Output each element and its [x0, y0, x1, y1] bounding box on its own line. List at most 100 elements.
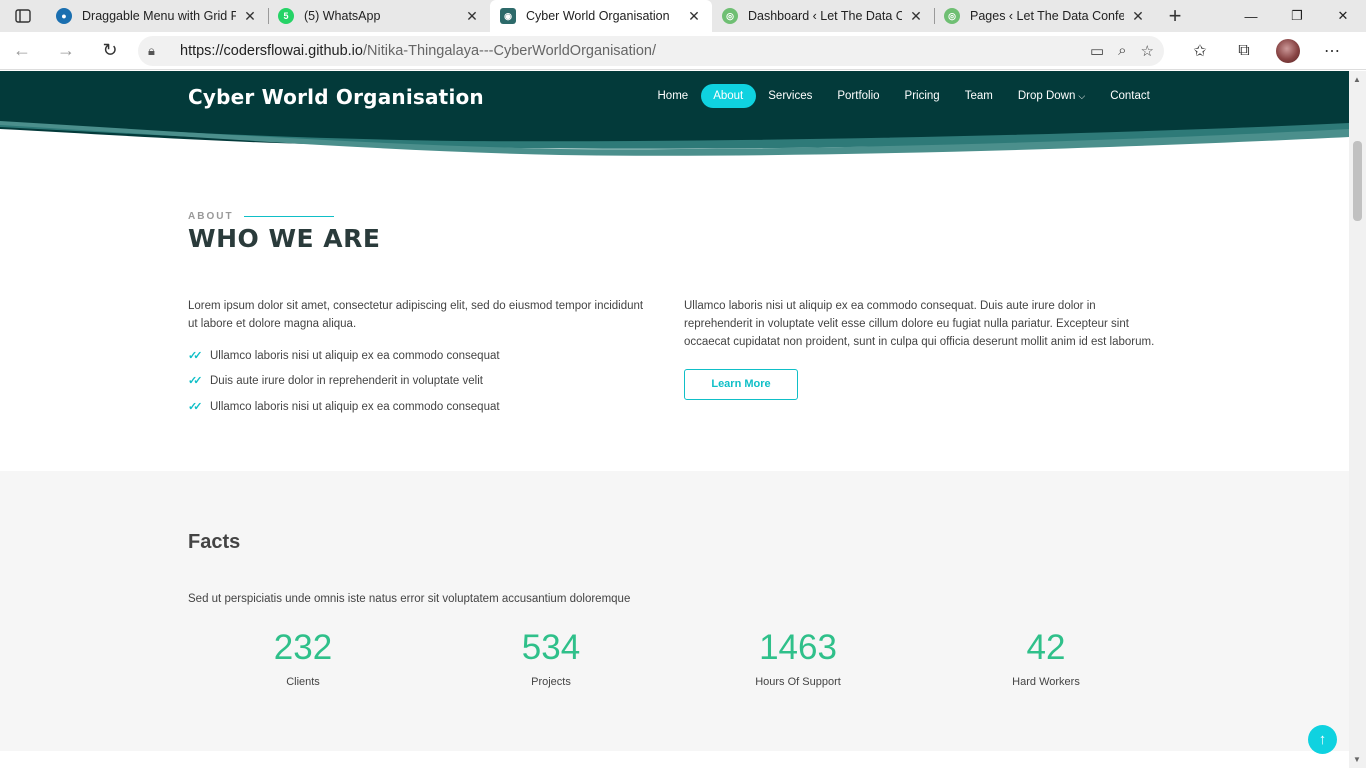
url-field[interactable]: 🔒︎ https://codersflowai.github.io/Nitika…: [138, 35, 1164, 66]
add-favorite-icon[interactable]: ☆: [1141, 42, 1154, 60]
tab-close-icon[interactable]: ✕: [686, 8, 702, 25]
favorites-icon: ✩: [1193, 42, 1207, 60]
tab-close-icon[interactable]: ✕: [242, 8, 258, 25]
close-window-button[interactable]: ✕: [1320, 0, 1366, 32]
collections-icon: ⧉: [1238, 41, 1250, 59]
zoom-icon[interactable]: ⌕: [1118, 42, 1126, 60]
facts-heading: Facts: [188, 531, 241, 553]
browser-tab-bar: ● Draggable Menu with Grid Pr ✕ 5 (5) Wh…: [0, 0, 1366, 32]
avatar: [1276, 38, 1300, 63]
restore-button[interactable]: ❐: [1274, 0, 1320, 32]
nav-team[interactable]: Team: [952, 84, 1005, 108]
main-nav: Home About Services Portfolio Pricing Te…: [645, 84, 1162, 108]
tab-actions-button[interactable]: [0, 0, 46, 32]
nav-dropdown[interactable]: Drop Down ⌵: [1005, 84, 1097, 108]
tab-favicon-icon: ●: [56, 8, 72, 24]
whatsapp-favicon-icon: 5: [278, 8, 294, 24]
counter-label: Clients: [286, 676, 320, 688]
favorites-button[interactable]: ✩: [1180, 35, 1220, 67]
nav-about[interactable]: About: [700, 84, 756, 108]
page-viewport: Cyber World Organisation Home About Serv…: [0, 71, 1349, 768]
arrow-left-icon: ←: [13, 40, 31, 60]
new-tab-button[interactable]: +: [1156, 0, 1194, 32]
double-check-icon: ✓✓: [188, 349, 202, 362]
browser-tab[interactable]: ◎ Pages ‹ Let The Data Confess ✕: [934, 0, 1156, 32]
browser-tab[interactable]: 5 (5) WhatsApp ✕: [268, 0, 490, 32]
eyebrow-label: ABOUT: [188, 211, 234, 222]
tab-title: (5) WhatsApp: [304, 9, 381, 23]
page-scrollbar[interactable]: ▲ ▼: [1349, 71, 1366, 768]
counter-projects: 534 Projects: [436, 627, 666, 688]
counter-label: Hard Workers: [1012, 676, 1080, 688]
nav-portfolio[interactable]: Portfolio: [825, 84, 892, 108]
tab-close-icon[interactable]: ✕: [908, 8, 924, 25]
refresh-icon: ↻: [102, 40, 118, 60]
url-host: https://codersflowai.github.io: [180, 42, 363, 59]
browser-tab-active[interactable]: ◉ Cyber World Organisation ✕: [490, 0, 712, 32]
browser-address-bar: ← → ↻ 🔒︎ https://codersflowai.github.io/…: [0, 32, 1366, 70]
back-to-top-button[interactable]: ↑: [1308, 725, 1337, 754]
nav-services[interactable]: Services: [756, 84, 825, 108]
counter-value: 232: [273, 628, 333, 667]
close-icon: ✕: [1337, 8, 1349, 23]
nav-home[interactable]: Home: [645, 84, 701, 108]
tab-close-icon[interactable]: ✕: [1130, 8, 1146, 25]
collections-button[interactable]: ⧉: [1224, 35, 1264, 67]
tab-actions-icon: [15, 9, 31, 23]
back-button[interactable]: ←: [0, 32, 44, 70]
scroll-up-icon[interactable]: ▲: [1353, 75, 1361, 84]
nav-pricing[interactable]: Pricing: [892, 84, 952, 108]
chevron-down-icon: ⌵: [1078, 91, 1086, 101]
browser-toolbar: ✩ ⧉ ⋯: [1180, 35, 1352, 67]
reader-mode-icon[interactable]: ▭: [1090, 42, 1104, 60]
arrow-up-icon: ↑: [1318, 731, 1327, 748]
counter-value: 1463: [759, 628, 837, 667]
tab-title: Draggable Menu with Grid Pr: [82, 9, 236, 23]
tab-separator: [934, 8, 935, 24]
window-controls: — ❐ ✕: [1228, 0, 1366, 32]
arrow-right-icon: →: [57, 40, 75, 60]
url-path: /Nitika-Thingalaya---CyberWorldOrganisat…: [362, 42, 657, 59]
list-item: ✓✓ Duis aute irure dolor in reprehenderit…: [188, 369, 648, 395]
tab-title: Dashboard ‹ Let The Data Co: [748, 9, 902, 23]
browser-tab[interactable]: ● Draggable Menu with Grid Pr ✕: [46, 0, 268, 32]
list-item-text: Duis aute irure dolor in reprehenderit i…: [210, 375, 483, 388]
counter-clients: 232 Clients: [188, 627, 418, 688]
site-header: Cyber World Organisation Home About Serv…: [0, 71, 1349, 125]
profile-button[interactable]: [1268, 35, 1308, 67]
facts-subtitle: Sed ut perspiciatis unde omnis iste natu…: [188, 593, 631, 605]
nav-dropdown-label: Drop Down: [1017, 90, 1076, 102]
about-left-paragraph: Lorem ipsum dolor sit amet, consectetur …: [188, 300, 644, 330]
list-item: ✓✓ Ullamco laboris nisi ut aliquip ex ea …: [188, 343, 648, 369]
list-item-text: Ullamco laboris nisi ut aliquip ex ea co…: [210, 400, 500, 413]
browser-tab[interactable]: ◎ Dashboard ‹ Let The Data Co ✕: [712, 0, 934, 32]
scroll-down-icon[interactable]: ▼: [1353, 755, 1361, 764]
counter-hours: 1463 Hours Of Support: [683, 627, 913, 688]
scrollbar-thumb[interactable]: [1353, 141, 1362, 221]
tab-separator: [268, 8, 269, 24]
url-text: https://codersflowai.github.io/Nitika-Th…: [170, 43, 1090, 59]
about-section: ABOUT WHO WE ARE Lorem ipsum dolor sit a…: [188, 211, 1168, 413]
more-icon: ⋯: [1324, 42, 1340, 60]
tab-favicon-icon: ◉: [500, 8, 516, 24]
about-right-paragraph: Ullamco laboris nisi ut aliquip ex ea co…: [684, 300, 1155, 348]
header-wave: [0, 121, 1349, 156]
refresh-button[interactable]: ↻: [88, 32, 132, 70]
plus-icon: +: [1168, 3, 1182, 28]
eyebrow-line: [243, 216, 334, 217]
more-menu-button[interactable]: ⋯: [1312, 35, 1352, 67]
minimize-button[interactable]: —: [1228, 0, 1274, 32]
tab-favicon-icon: ◎: [944, 8, 960, 24]
url-actions: ▭ ⌕ ☆: [1090, 42, 1154, 60]
nav-contact[interactable]: Contact: [1098, 84, 1163, 108]
learn-more-button[interactable]: Learn More: [684, 369, 798, 400]
section-heading: WHO WE ARE: [188, 224, 381, 253]
counter-value: 534: [521, 628, 581, 667]
counter-workers: 42 Hard Workers: [931, 627, 1161, 688]
double-check-icon: ✓✓: [188, 375, 202, 388]
site-logo[interactable]: Cyber World Organisation: [188, 85, 484, 109]
forward-button[interactable]: →: [44, 32, 88, 70]
double-check-icon: ✓✓: [188, 400, 202, 413]
tab-title: Cyber World Organisation: [526, 9, 670, 23]
tab-close-icon[interactable]: ✕: [464, 8, 480, 25]
